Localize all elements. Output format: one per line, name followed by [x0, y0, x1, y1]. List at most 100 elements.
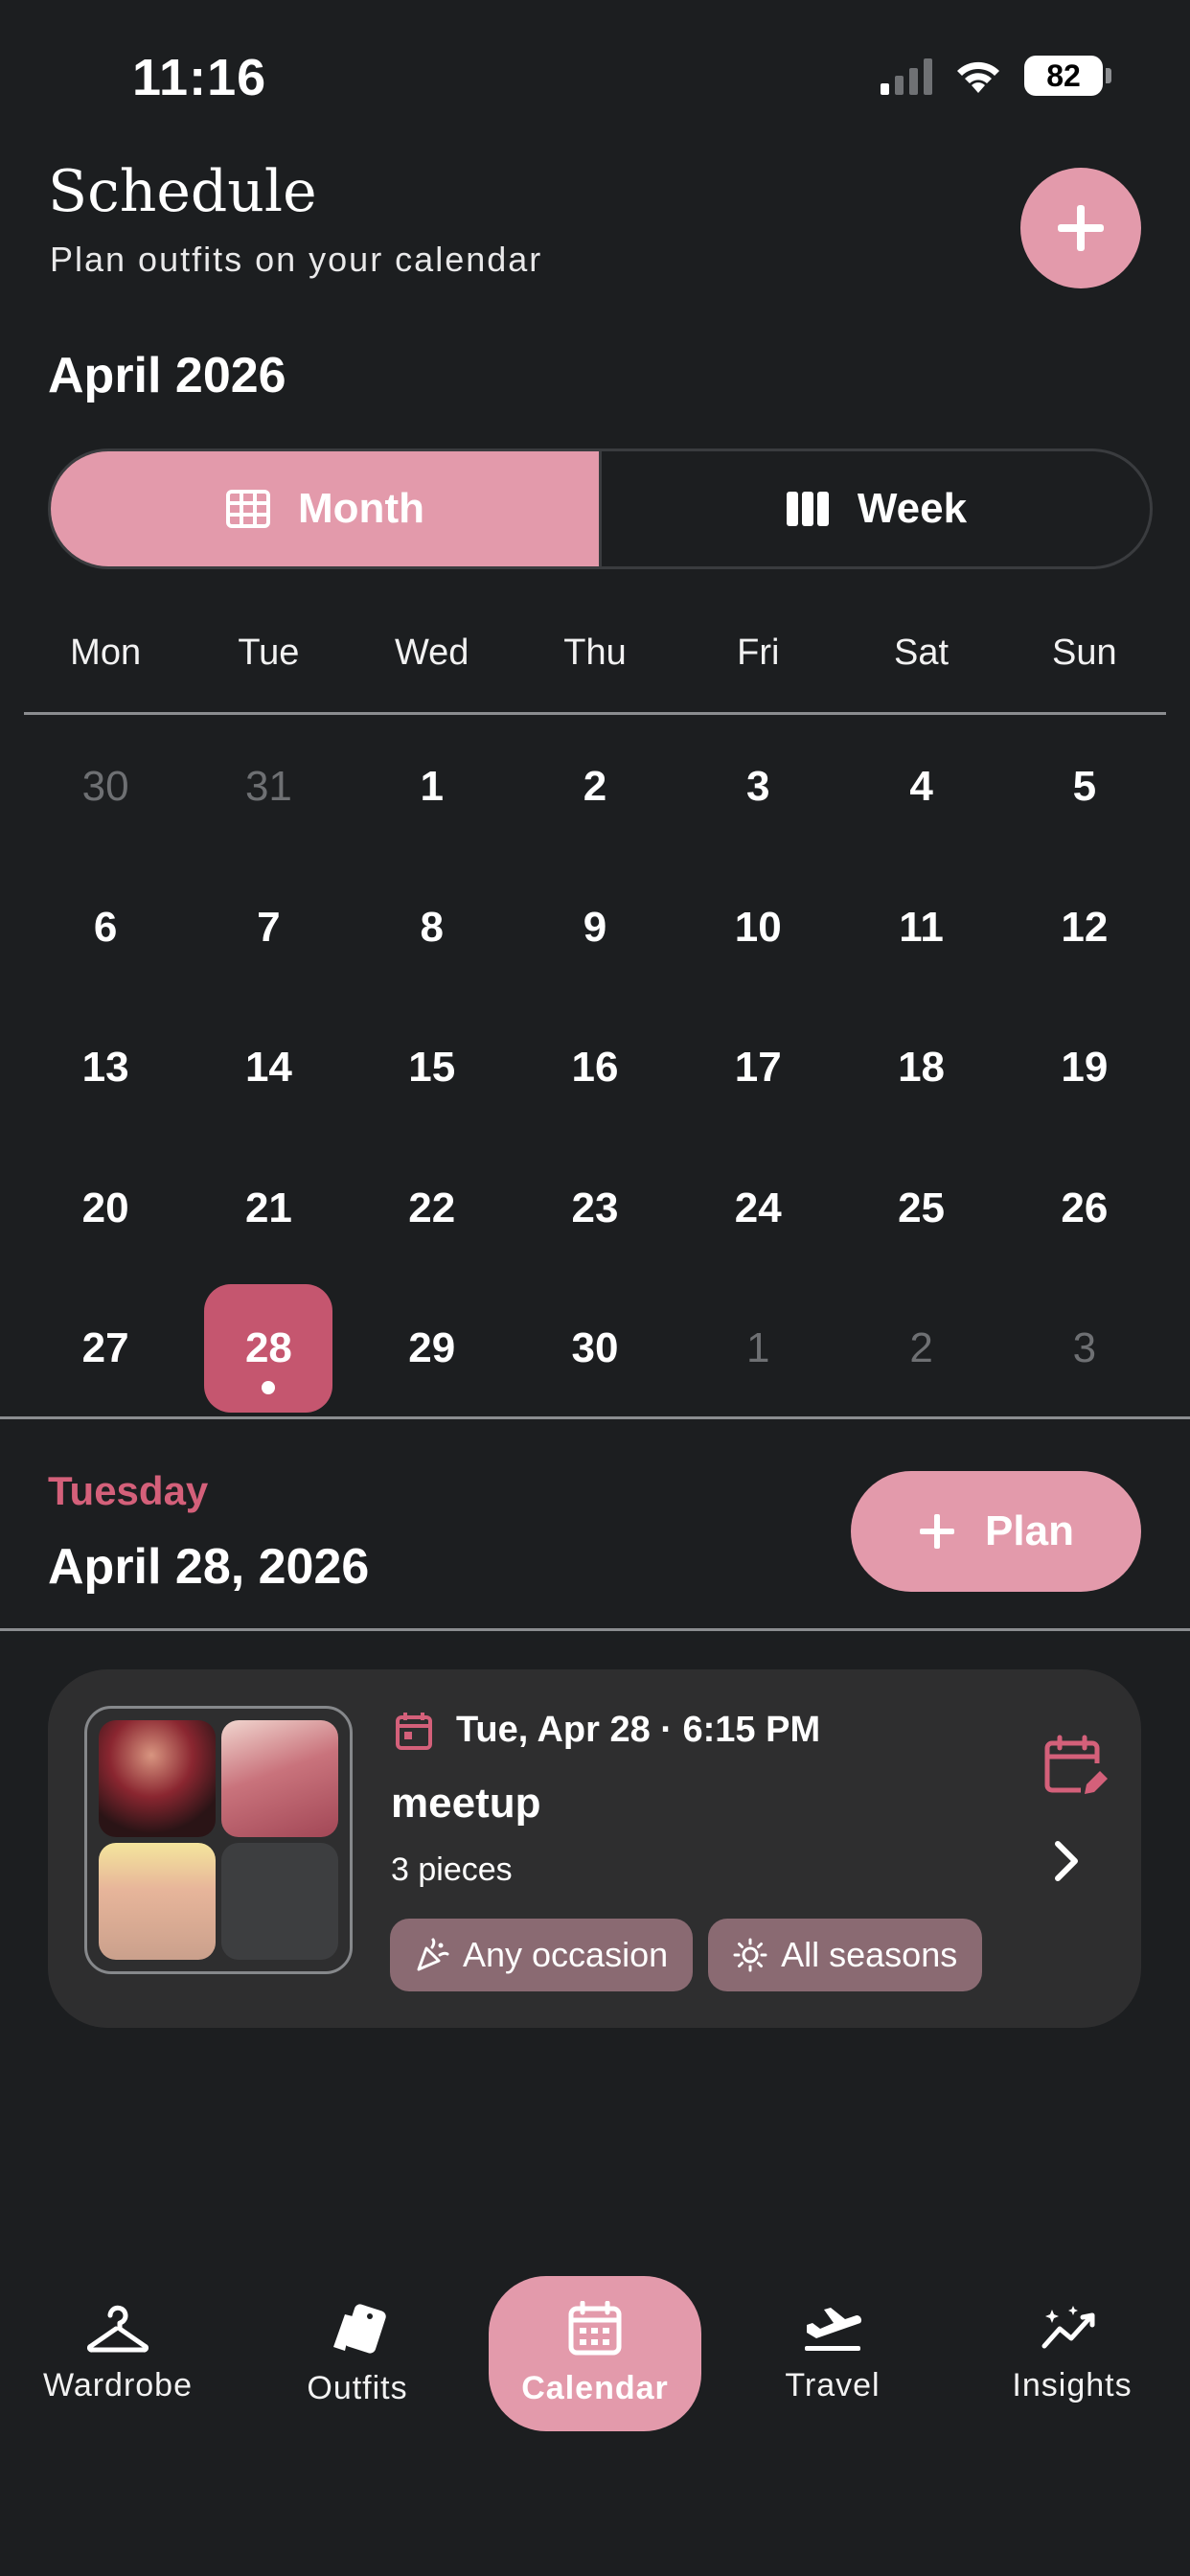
calendar-day[interactable]: 25	[839, 1138, 1002, 1279]
calendar-day[interactable]: 6	[24, 858, 187, 999]
tab-calendar[interactable]: Calendar	[489, 2276, 701, 2431]
page-title: Schedule	[48, 158, 317, 225]
calendar-day[interactable]: 29	[351, 1278, 514, 1419]
plan-button-label: Plan	[985, 1507, 1074, 1554]
divider	[0, 1416, 1190, 1419]
signal-icon	[881, 57, 932, 95]
calendar-day[interactable]: 10	[676, 858, 839, 999]
calendar-day[interactable]: 30	[24, 717, 187, 858]
calendar-day[interactable]: 14	[187, 998, 350, 1138]
tab-label: Wardrobe	[42, 2366, 194, 2404]
sun-icon	[733, 1938, 767, 1972]
calendar-day[interactable]: 3	[1003, 1278, 1166, 1419]
calendar-day[interactable]: 1	[351, 717, 514, 858]
calendar-day[interactable]: 19	[1003, 998, 1166, 1138]
calendar-day[interactable]: 24	[676, 1138, 839, 1279]
calendar-day[interactable]: 1	[676, 1278, 839, 1419]
calendar-day[interactable]: 2	[839, 1278, 1002, 1419]
calendar-edit-icon	[1044, 1735, 1108, 1794]
outfit-photo	[99, 1843, 216, 1960]
calendar-day[interactable]: 11	[839, 858, 1002, 999]
tab-bar: Wardrobe Outfits Calendar Travel Insight…	[0, 2276, 1190, 2439]
outfit-photo	[221, 1720, 338, 1837]
day-number: 19	[1061, 1044, 1109, 1092]
calendar-day[interactable]: 17	[676, 998, 839, 1138]
calendar-day[interactable]: 21	[187, 1138, 350, 1279]
calendar-day[interactable]: 5	[1003, 717, 1166, 858]
day-number: 18	[898, 1044, 946, 1092]
status-icons: 82	[881, 56, 1111, 96]
tab-label: Insights	[1012, 2366, 1133, 2404]
calendar-day[interactable]: 12	[1003, 858, 1166, 999]
occasion-chip: Any occasion	[390, 1919, 694, 1991]
day-number: 16	[571, 1044, 619, 1092]
day-number: 11	[899, 903, 944, 951]
calendar-day[interactable]: 20	[24, 1138, 187, 1279]
tab-outfits[interactable]: Outfits	[251, 2276, 464, 2431]
calendar-day[interactable]: 27	[24, 1278, 187, 1419]
day-number: 23	[571, 1184, 619, 1231]
calendar-day[interactable]: 31	[187, 717, 350, 858]
calendar-day-selected[interactable]: 28	[187, 1278, 350, 1419]
calendar-day[interactable]: 16	[514, 998, 676, 1138]
weekday-label: Mon	[70, 632, 142, 673]
day-number: 2	[583, 763, 607, 811]
calendar-day[interactable]: 8	[351, 858, 514, 999]
calendar-day[interactable]: 7	[187, 858, 350, 999]
tab-insights[interactable]: Insights	[966, 2276, 1179, 2431]
calendar-day[interactable]: 23	[514, 1138, 676, 1279]
calendar-day[interactable]: 26	[1003, 1138, 1166, 1279]
outfit-thumbnail	[84, 1706, 353, 1974]
calendar-day[interactable]: 18	[839, 998, 1002, 1138]
day-number: 31	[244, 763, 292, 811]
season-chip: All seasons	[708, 1919, 983, 1991]
day-number: 17	[734, 1044, 782, 1092]
status-time: 11:16	[132, 49, 267, 106]
week-view-button[interactable]: Week	[602, 451, 1150, 566]
calendar-day[interactable]: 13	[24, 998, 187, 1138]
weekday-label: Tue	[238, 632, 300, 673]
status-bar: 11:16 82	[0, 0, 1190, 153]
outfit-tags: Any occasion All seasons	[390, 1919, 983, 1991]
wifi-icon	[957, 61, 999, 93]
battery-tip	[1106, 68, 1111, 83]
month-view-button[interactable]: Month	[51, 451, 602, 566]
weekday-header: Mon Tue Wed Thu Fri Sat Sun	[24, 632, 1166, 715]
selected-date: April 28, 2026	[48, 1539, 370, 1595]
day-number: 24	[734, 1184, 782, 1231]
calendar-day[interactable]: 3	[676, 717, 839, 858]
weekday-label: Thu	[563, 632, 627, 673]
tab-wardrobe[interactable]: Wardrobe	[11, 2276, 224, 2431]
day-number: 26	[1061, 1184, 1109, 1231]
week-view-label: Week	[857, 485, 968, 532]
party-icon	[417, 1938, 449, 1971]
day-number: 1	[420, 763, 444, 811]
add-button[interactable]	[1020, 168, 1141, 288]
day-number: 13	[81, 1044, 129, 1092]
outfit-datetime-text: Tue, Apr 28 · 6:15 PM	[456, 1710, 821, 1750]
outfit-card[interactable]: Tue, Apr 28 · 6:15 PM meetup 3 pieces An…	[48, 1669, 1141, 2028]
month-view-label: Month	[298, 485, 424, 532]
day-number: 1	[746, 1324, 770, 1372]
calendar-day[interactable]: 22	[351, 1138, 514, 1279]
calendar-day[interactable]: 15	[351, 998, 514, 1138]
day-number: 29	[408, 1324, 456, 1372]
calendar-day[interactable]: 9	[514, 858, 676, 999]
calendar-day[interactable]: 2	[514, 717, 676, 858]
day-number: 6	[93, 903, 118, 951]
plan-button[interactable]: Plan	[851, 1471, 1141, 1592]
hanger-icon	[87, 2305, 149, 2353]
tab-travel[interactable]: Travel	[726, 2276, 939, 2431]
day-number: 12	[1061, 903, 1109, 951]
edit-schedule-button[interactable]	[1042, 1735, 1108, 1805]
day-number: 28	[244, 1324, 292, 1372]
calendar-day[interactable]: 4	[839, 717, 1002, 858]
tab-label: Outfits	[307, 2369, 408, 2406]
weekday-label: Sun	[1052, 632, 1117, 673]
month-label: April 2026	[48, 348, 286, 403]
chevron-right-icon[interactable]	[1052, 1840, 1081, 1887]
day-number: 3	[746, 763, 770, 811]
calendar-day[interactable]: 30	[514, 1278, 676, 1419]
insights-icon	[1041, 2305, 1095, 2348]
day-number: 3	[1072, 1324, 1097, 1372]
